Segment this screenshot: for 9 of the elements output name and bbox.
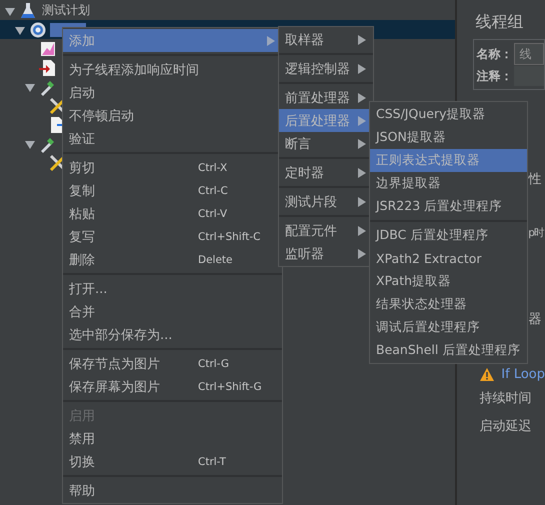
field-label: 持续时间	[478, 390, 532, 408]
label-fragment: 性	[528, 171, 542, 189]
field-label: 名称：	[476, 46, 512, 62]
warning-text: If Loop	[501, 366, 545, 382]
panel-title: 线程组	[474, 11, 524, 33]
label-fragment: 器	[528, 311, 542, 329]
field-label: 启动延迟	[478, 418, 532, 436]
field-label: 注释：	[476, 68, 512, 84]
label-fragment: p时	[528, 226, 544, 241]
